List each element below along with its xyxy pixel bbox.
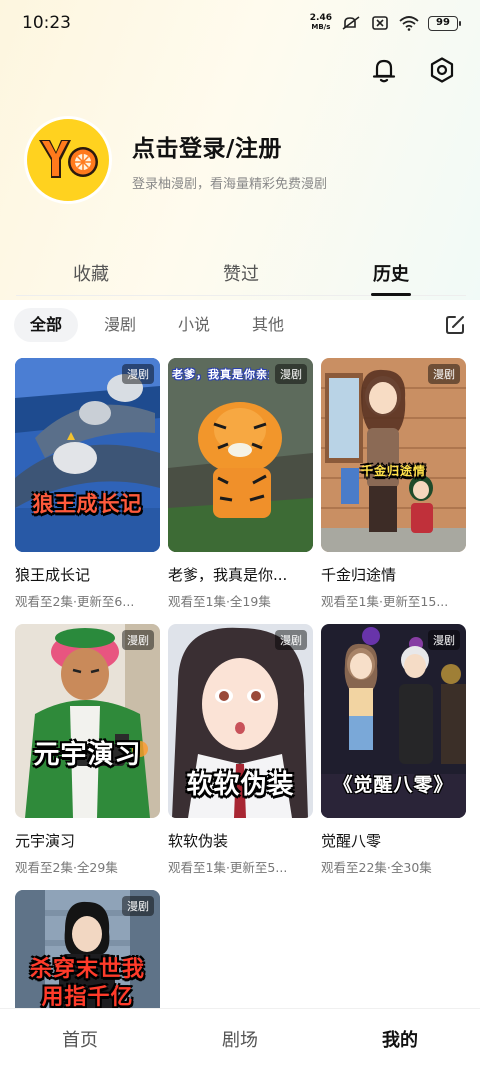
settings-icon[interactable] bbox=[428, 56, 456, 84]
type-badge: 漫剧 bbox=[122, 364, 154, 384]
cover-image[interactable]: 元宇演习 漫剧 bbox=[15, 624, 160, 818]
filter-row: 全部 漫剧 小说 其他 bbox=[14, 307, 466, 343]
card-title[interactable]: 千金归途情 bbox=[321, 564, 466, 585]
card-progress: 观看至1集·更新至15... bbox=[321, 594, 449, 609]
login-title[interactable]: 点击登录/注册 bbox=[132, 129, 327, 163]
filter-novel[interactable]: 小说 bbox=[162, 308, 226, 342]
type-badge: 漫剧 bbox=[122, 630, 154, 650]
net-speed-unit: MB/s bbox=[311, 23, 331, 31]
history-card[interactable]: 老爹，我真是你亲生 漫剧 老爹，我真是你... 观看至1集·全19集 bbox=[168, 358, 313, 610]
card-title[interactable]: 狼王成长记 bbox=[15, 564, 160, 585]
cover-title: 软软伪装 bbox=[186, 770, 295, 800]
tab-history[interactable]: 历史 bbox=[316, 246, 466, 295]
history-card[interactable]: 狼王成长记 漫剧 狼王成长记 观看至2集·更新至6... bbox=[15, 358, 160, 610]
tab-liked[interactable]: 赞过 bbox=[166, 246, 316, 295]
status-bar: 10:23 2.46 MB/s 99 bbox=[0, 0, 480, 46]
bottom-navigation: 首页 剧场 我的 bbox=[0, 1008, 480, 1066]
cover-image[interactable]: 软软伪装 漫剧 bbox=[168, 624, 313, 818]
bell-icon[interactable] bbox=[370, 56, 398, 84]
status-time: 10:23 bbox=[22, 13, 71, 33]
cover-image[interactable]: 千金归途情 漫剧 bbox=[321, 358, 466, 552]
type-badge: 漫剧 bbox=[122, 896, 154, 916]
card-progress: 观看至2集·全29集 bbox=[15, 860, 118, 875]
history-card[interactable]: 《觉醒八零》 漫剧 觉醒八零 观看至22集·全30集 bbox=[321, 624, 466, 876]
cover-art bbox=[15, 358, 160, 552]
login-info[interactable]: 点击登录/注册 登录柚漫剧，看海量精彩免费漫剧 bbox=[132, 129, 327, 192]
type-badge: 漫剧 bbox=[428, 364, 460, 384]
history-card[interactable]: 千金归途情 漫剧 千金归途情 观看至1集·更新至15... bbox=[321, 358, 466, 610]
nav-mine[interactable]: 我的 bbox=[320, 1009, 480, 1066]
cover-art bbox=[168, 358, 313, 552]
yo-logo-icon bbox=[39, 140, 98, 178]
card-progress: 观看至1集·全19集 bbox=[168, 594, 271, 609]
card-progress: 观看至1集·更新至5... bbox=[168, 860, 288, 875]
filter-comic-drama[interactable]: 漫剧 bbox=[88, 308, 152, 342]
cover-title: 老爹，我真是你亲生 bbox=[172, 368, 269, 381]
top-actions bbox=[370, 56, 456, 84]
cover-image[interactable]: 狼王成长记 漫剧 bbox=[15, 358, 160, 552]
network-speed: 2.46 MB/s bbox=[310, 14, 332, 32]
card-progress: 观看至22集·全30集 bbox=[321, 860, 432, 875]
filter-all[interactable]: 全部 bbox=[14, 308, 79, 342]
cover-title: 狼王成长记 bbox=[32, 492, 143, 516]
edit-icon[interactable] bbox=[444, 314, 466, 336]
cover-image[interactable]: 老爹，我真是你亲生 漫剧 bbox=[168, 358, 313, 552]
cover-image[interactable]: 《觉醒八零》 漫剧 bbox=[321, 624, 466, 818]
mute-icon bbox=[342, 16, 360, 30]
nav-theater[interactable]: 剧场 bbox=[160, 1009, 320, 1066]
no-sim-icon bbox=[372, 16, 388, 30]
status-icons: 2.46 MB/s 99 bbox=[310, 14, 461, 32]
history-card[interactable]: 软软伪装 漫剧 软软伪装 观看至1集·更新至5... bbox=[168, 624, 313, 876]
card-progress: 观看至2集·更新至6... bbox=[15, 594, 135, 609]
cover-art bbox=[15, 624, 160, 818]
battery-indicator: 99 bbox=[428, 15, 461, 31]
avatar[interactable] bbox=[24, 116, 112, 204]
wifi-icon bbox=[399, 16, 419, 31]
cover-title: 《觉醒八零》 bbox=[333, 774, 454, 796]
history-grid: 狼王成长记 漫剧 狼王成长记 观看至2集·更新至6... 老爹，我真是你亲生 漫… bbox=[15, 358, 467, 1066]
card-title[interactable]: 老爹，我真是你... bbox=[168, 564, 313, 585]
history-card[interactable]: 元宇演习 漫剧 元宇演习 观看至2集·全29集 bbox=[15, 624, 160, 876]
card-title[interactable]: 元宇演习 bbox=[15, 830, 160, 851]
card-title[interactable]: 软软伪装 bbox=[168, 830, 313, 851]
cover-title: 元宇演习 bbox=[33, 740, 142, 770]
login-subtitle: 登录柚漫剧，看海量精彩免费漫剧 bbox=[132, 176, 328, 192]
net-speed-value: 2.46 bbox=[309, 13, 332, 23]
cover-art bbox=[321, 358, 466, 552]
content-tabs: 收藏 赞过 历史 bbox=[16, 246, 466, 296]
type-badge: 漫剧 bbox=[428, 630, 460, 650]
type-badge: 漫剧 bbox=[275, 630, 307, 650]
nav-home[interactable]: 首页 bbox=[0, 1009, 160, 1066]
profile-section[interactable]: 点击登录/注册 登录柚漫剧，看海量精彩免费漫剧 bbox=[24, 116, 327, 204]
type-badge: 漫剧 bbox=[275, 364, 307, 384]
cover-title: 千金归途情 bbox=[360, 464, 426, 478]
cover-title: 杀穿末世我用指千亿 bbox=[29, 957, 145, 1010]
tab-favorites[interactable]: 收藏 bbox=[16, 246, 166, 295]
card-title[interactable]: 觉醒八零 bbox=[321, 830, 466, 851]
filter-other[interactable]: 其他 bbox=[236, 308, 300, 342]
